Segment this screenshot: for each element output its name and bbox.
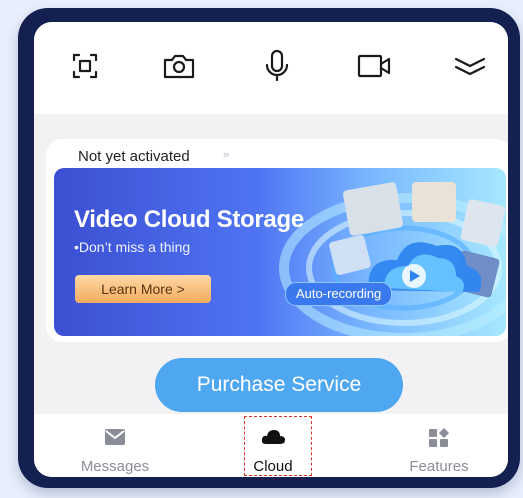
tab-cloud[interactable]: Cloud: [213, 414, 333, 477]
tab-messages-label: Messages: [80, 458, 150, 475]
control-toolbar: [34, 22, 508, 114]
collapse-toolbar-button[interactable]: [450, 46, 490, 86]
video-camera-icon: [357, 54, 391, 78]
scan-icon: [72, 53, 98, 79]
scan-button[interactable]: [65, 46, 105, 86]
collapse-icon: [454, 57, 486, 76]
bottom-tab-bar: Messages Cloud Features: [34, 414, 508, 477]
tab-features[interactable]: Features: [379, 414, 499, 477]
screenshot-button[interactable]: [159, 46, 199, 86]
auto-recording-badge: Auto-recording: [285, 282, 393, 306]
device-frame: Not yet activated ›› Video Cloud Storage…: [18, 8, 520, 488]
microphone-icon: [265, 49, 289, 82]
tab-messages[interactable]: Messages: [55, 414, 175, 477]
chevron-right-icon[interactable]: ››: [223, 149, 229, 161]
tab-features-label: Features: [409, 458, 469, 475]
cloud-icon: [261, 430, 285, 444]
features-grid-icon: [429, 428, 449, 447]
talk-button[interactable]: [257, 46, 297, 86]
purchase-service-button[interactable]: Purchase Service: [155, 358, 403, 412]
app-screen: Not yet activated ›› Video Cloud Storage…: [34, 22, 508, 477]
cloud-storage-banner[interactable]: Video Cloud Storage •Don’t miss a thing …: [54, 168, 506, 336]
learn-more-button[interactable]: Learn More >: [75, 275, 211, 303]
camera-icon: [163, 54, 195, 79]
service-status: Not yet activated: [78, 148, 190, 165]
envelope-icon: [105, 429, 125, 445]
banner-title: Video Cloud Storage: [74, 206, 304, 233]
banner-subtitle: •Don’t miss a thing: [74, 239, 191, 255]
record-button[interactable]: [354, 46, 394, 86]
tab-cloud-label: Cloud: [253, 458, 293, 475]
